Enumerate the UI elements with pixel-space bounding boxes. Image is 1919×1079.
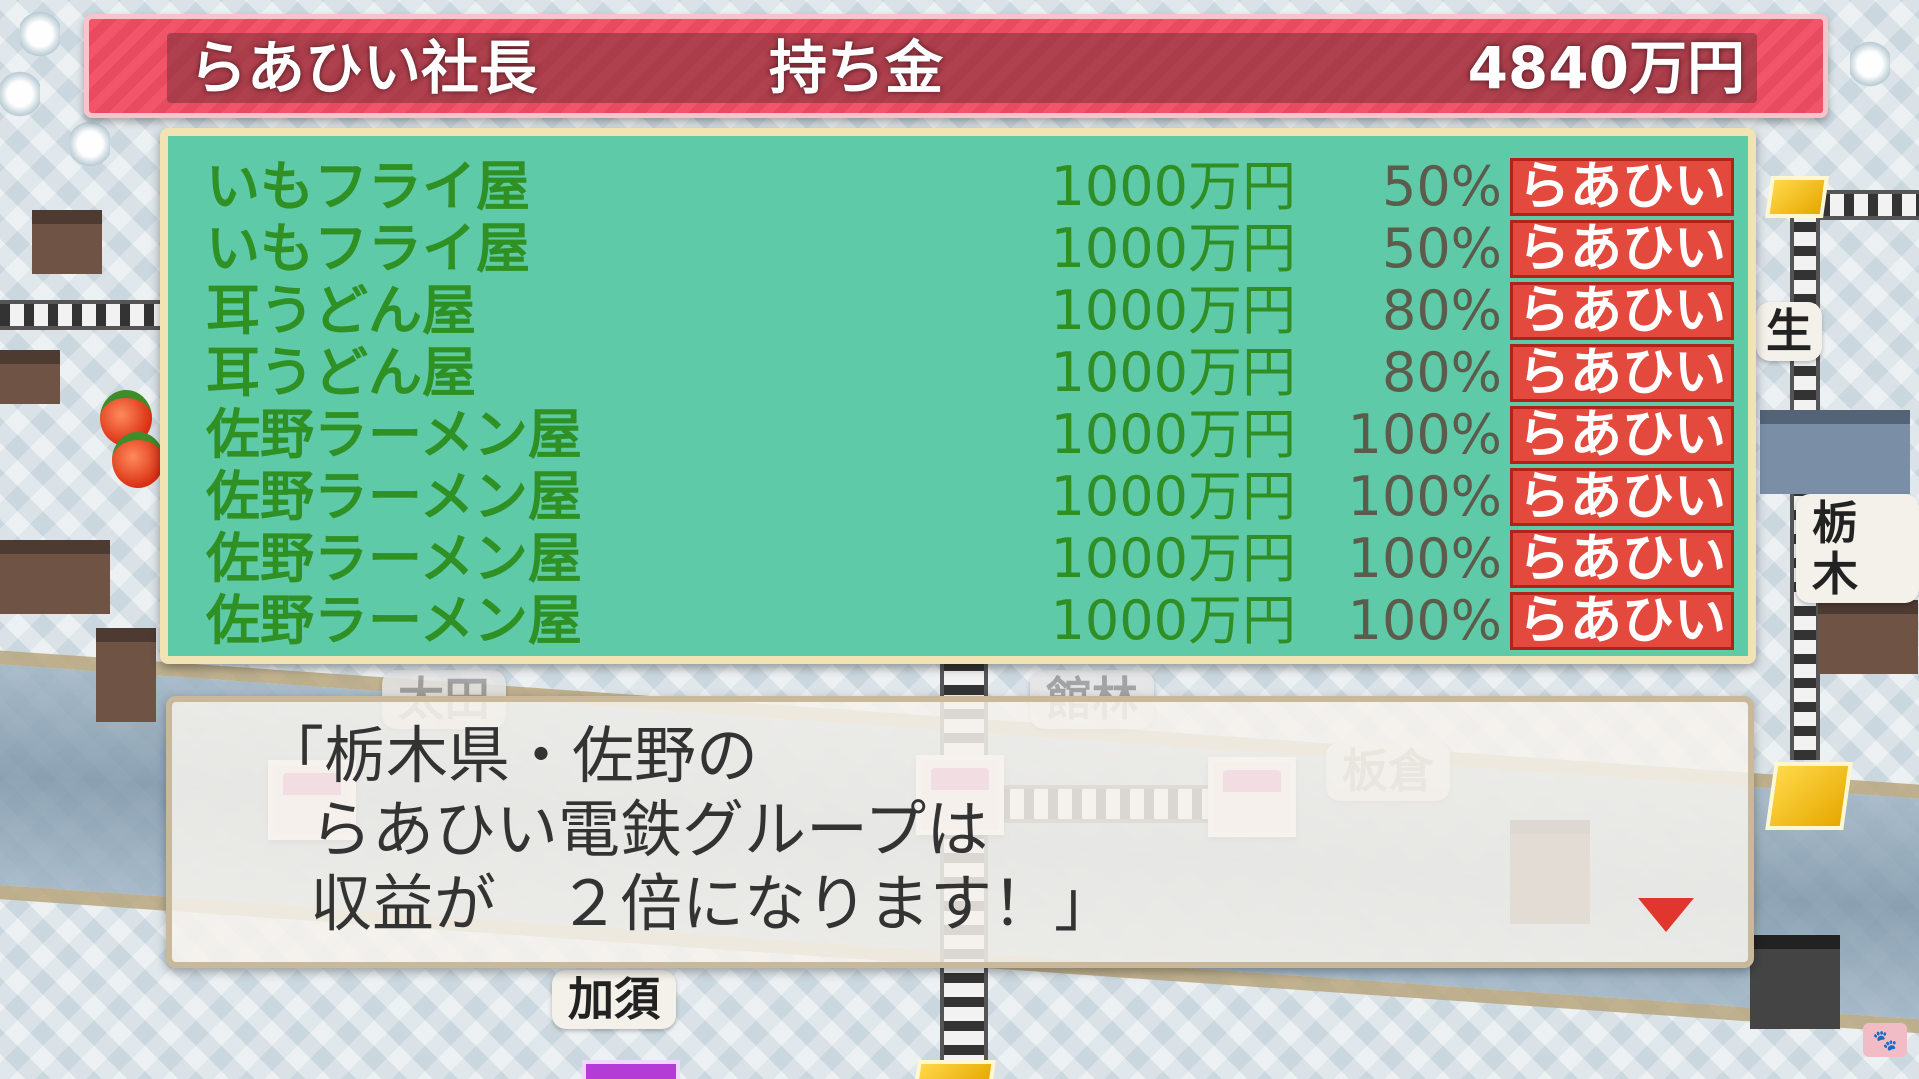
property-name: 佐野ラーメン屋: [206, 527, 582, 590]
station-label-kazo: 加須: [552, 970, 676, 1029]
snowy-tree: [1850, 40, 1890, 88]
property-owner-badge: らあひい: [1510, 282, 1734, 340]
property-price: 1000万円: [1050, 589, 1296, 652]
dialog-line-3: 収益が ２倍になります！」: [310, 867, 1117, 940]
tomato-icon: [112, 432, 164, 488]
advance-arrow-icon[interactable]: [1638, 898, 1694, 932]
property-rate: 100%: [1347, 465, 1502, 528]
snowy-tree: [20, 10, 60, 58]
property-name: 佐野ラーメン屋: [206, 465, 582, 528]
property-name: いもフライ屋: [206, 155, 530, 218]
property-name: いもフライ屋: [206, 217, 530, 280]
property-name: 佐野ラーメン屋: [206, 403, 582, 466]
house: [0, 540, 110, 614]
property-name: 耳うどん屋: [206, 279, 476, 342]
property-rate: 50%: [1381, 217, 1502, 280]
money-label: 持ち金: [769, 34, 944, 102]
property-row: 耳うどん屋 1000万円 80% らあひい: [168, 280, 1748, 342]
property-owner-badge: らあひい: [1510, 406, 1734, 464]
channel-logo-icon: 🐾: [1863, 1023, 1907, 1057]
dialog-line-2: らあひい電鉄グループは: [310, 793, 989, 866]
card-square: [1765, 762, 1853, 830]
money-value: 4840万円: [1467, 34, 1745, 102]
property-price: 1000万円: [1050, 465, 1296, 528]
property-list-panel: いもフライ屋 1000万円 50% らあひい いもフライ屋 1000万円 50%…: [160, 128, 1756, 664]
property-rate: 50%: [1381, 155, 1502, 218]
property-row: いもフライ屋 1000万円 50% らあひい: [168, 218, 1748, 280]
property-rate: 80%: [1381, 279, 1502, 342]
property-owner-badge: らあひい: [1510, 220, 1734, 278]
property-name: 耳うどん屋: [206, 341, 476, 404]
station-label-partial: 生: [1756, 302, 1822, 361]
house: [1760, 410, 1910, 494]
property-name: 佐野ラーメン屋: [206, 589, 582, 652]
property-rate: 100%: [1347, 527, 1502, 590]
property-price: 1000万円: [1050, 279, 1296, 342]
rail-track: [1820, 190, 1919, 220]
property-owner-badge: らあひい: [1510, 158, 1734, 216]
snowy-tree: [70, 120, 110, 168]
house: [1818, 600, 1918, 674]
property-price: 1000万円: [1050, 341, 1296, 404]
property-row: 佐野ラーメン屋 1000万円 100% らあひい: [168, 528, 1748, 590]
rail-track: [0, 300, 160, 330]
snowy-tree: [0, 70, 40, 118]
property-price: 1000万円: [1050, 155, 1296, 218]
property-row: いもフライ屋 1000万円 50% らあひい: [168, 156, 1748, 218]
card-square: [914, 1060, 996, 1079]
property-price: 1000万円: [1050, 217, 1296, 280]
property-row: 佐野ラーメン屋 1000万円 100% らあひい: [168, 404, 1748, 466]
house: [32, 210, 102, 274]
house: [1750, 935, 1840, 1029]
station-label-tochigi: 栃木: [1796, 494, 1919, 604]
property-owner-badge: らあひい: [1510, 344, 1734, 402]
player-name: らあひい社長: [189, 34, 538, 102]
property-rate: 80%: [1381, 341, 1502, 404]
property-rate: 100%: [1347, 403, 1502, 466]
house: [0, 350, 60, 404]
message-dialog[interactable]: 「栃木県・佐野の らあひい電鉄グループは 収益が ２倍になります！」: [166, 696, 1754, 968]
property-price: 1000万円: [1050, 403, 1296, 466]
property-price: 1000万円: [1050, 527, 1296, 590]
property-rate: 100%: [1347, 589, 1502, 652]
property-row: 佐野ラーメン屋 1000万円 100% らあひい: [168, 466, 1748, 528]
dialog-line-1: 「栃木県・佐野の: [262, 719, 759, 792]
property-row: 佐野ラーメン屋 1000万円 100% らあひい: [168, 590, 1748, 652]
property-row: 耳うどん屋 1000万円 80% らあひい: [168, 342, 1748, 404]
property-owner-badge: らあひい: [1510, 468, 1734, 526]
property-owner-badge: らあひい: [1510, 530, 1734, 588]
property-owner-badge: らあひい: [1510, 592, 1734, 650]
house: [96, 628, 156, 722]
minus-square: [582, 1060, 680, 1079]
money-header: らあひい社長 持ち金 4840万円: [84, 14, 1828, 118]
card-square: [1765, 176, 1829, 218]
